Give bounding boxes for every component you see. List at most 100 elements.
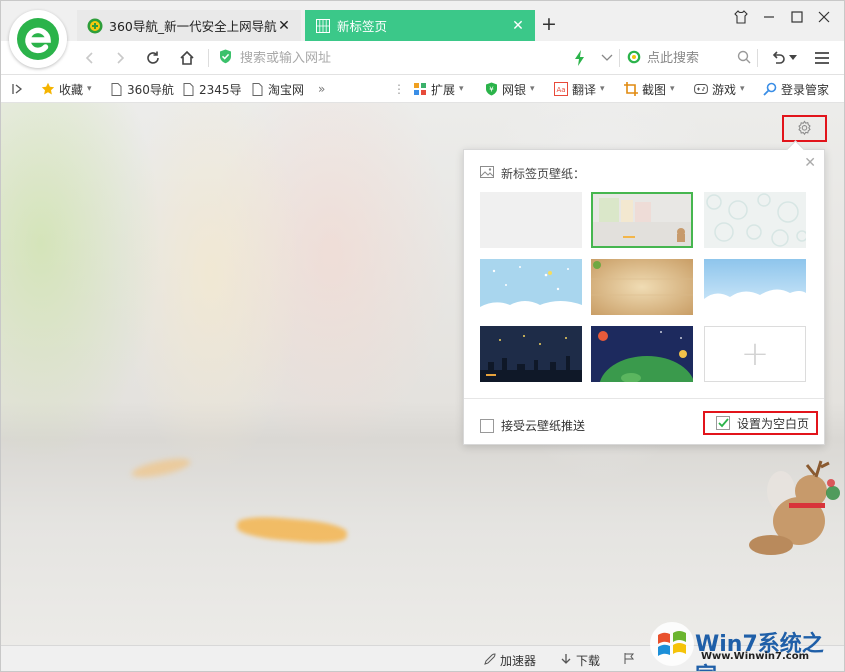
security-shield-icon	[219, 49, 232, 67]
chevron-down-icon: ▾	[600, 84, 605, 94]
divider	[208, 49, 209, 67]
translate-icon: Aa	[554, 82, 568, 96]
site-watermark: Win7系统之家 Www.Winwin7.com	[645, 615, 844, 671]
menu-icon[interactable]	[811, 47, 833, 69]
wallpaper-panel-title: 新标签页壁纸：	[501, 167, 586, 181]
close-tab-icon[interactable]: ✕	[511, 18, 525, 34]
bank-shield-icon: ¥	[484, 82, 498, 96]
favorites-menu[interactable]: 收藏 ▾	[41, 80, 92, 98]
star-icon	[41, 82, 55, 96]
wallpaper-thumb-night-city[interactable]	[480, 326, 582, 382]
download-icon	[560, 653, 572, 669]
bookmark-item[interactable]: 淘宝网	[250, 80, 304, 98]
rocket-icon	[483, 652, 496, 669]
divider	[464, 398, 824, 399]
tab-new-tab[interactable]: 新标签页 ✕	[305, 10, 535, 41]
login-manager-button[interactable]: 登录管家	[763, 80, 829, 98]
wallpaper-thumb-sky-stars[interactable]	[480, 259, 582, 315]
drag-handle-icon: ⋮	[393, 82, 405, 96]
extension-label: 截图	[642, 82, 667, 97]
bank-menu[interactable]: ¥ 网银 ▾	[484, 80, 535, 98]
chevron-down-icon[interactable]	[596, 47, 618, 69]
address-input[interactable]	[240, 50, 560, 66]
wallpaper-settings-button[interactable]	[782, 115, 827, 142]
search-box[interactable]	[627, 48, 755, 68]
close-tab-icon[interactable]: ✕	[277, 18, 291, 34]
bookmark-label: 淘宝网	[268, 82, 305, 97]
refresh-icon[interactable]	[142, 47, 164, 69]
download-label: 下载	[576, 654, 601, 668]
wallpaper-thumb-bubbles[interactable]	[704, 192, 806, 248]
cloud-push-label: 接受云壁纸推送	[501, 419, 586, 433]
search-input[interactable]	[647, 50, 727, 66]
watermark-text: Win7系统之家	[695, 632, 824, 671]
minimize-icon[interactable]	[759, 7, 779, 27]
login-manager-icon	[763, 82, 777, 96]
chevron-down-icon: ▾	[670, 84, 675, 94]
forward-icon[interactable]	[109, 47, 131, 69]
image-icon	[480, 166, 494, 181]
360-nav-icon	[87, 18, 103, 34]
toy-deer-image	[749, 460, 840, 555]
close-panel-icon[interactable]: ✕	[804, 155, 816, 171]
screenshot-icon	[624, 82, 638, 96]
flag-icon[interactable]	[623, 652, 635, 665]
chevron-down-icon: ▾	[87, 84, 92, 94]
chevron-down-icon: ▾	[740, 84, 745, 94]
skin-icon[interactable]	[731, 7, 751, 27]
set-blank-label: 设置为空白页	[737, 416, 810, 431]
new-tab-button[interactable]: +	[541, 14, 557, 34]
accelerate-lightning-icon[interactable]	[569, 47, 591, 69]
new-tab-page: 新标签页壁纸： ✕ + 接受云壁纸推送 设置为空白页	[1, 103, 844, 645]
windows-logo-icon	[650, 622, 694, 666]
undo-icon[interactable]	[767, 47, 789, 69]
360-browser-logo-icon	[17, 18, 59, 60]
set-blank-checkbox[interactable]	[716, 416, 730, 430]
bookmarks-bar: 收藏 ▾ 360导航 2345导 淘宝网 » ⋮ 扩展 ▾ ¥ 网银 ▾ Aa	[1, 75, 844, 103]
wallpaper-thumb-parchment[interactable]	[591, 259, 693, 315]
add-wallpaper-button[interactable]: +	[704, 326, 806, 382]
download-button[interactable]: 下载	[560, 652, 600, 669]
checkmark-icon	[717, 418, 729, 428]
wallpaper-thumb-planet[interactable]	[591, 326, 693, 382]
page-icon	[250, 82, 264, 96]
translate-menu[interactable]: Aa 翻译 ▾	[554, 80, 605, 98]
extension-menu[interactable]: 扩展 ▾	[413, 80, 464, 98]
divider	[757, 49, 758, 67]
page-icon	[181, 82, 195, 96]
more-bookmarks-button[interactable]: »	[318, 80, 325, 98]
browser-window: 360导航_新一代安全上网导航 ✕ 新标签页 ✕ + 搜索或输入网址 点此搜索 …	[0, 0, 845, 672]
page-icon	[109, 82, 123, 96]
watermark-url: Www.Winwin7.com	[701, 651, 810, 662]
maximize-icon[interactable]	[787, 7, 807, 27]
set-blank-page-option[interactable]: 设置为空白页	[703, 411, 818, 435]
title-bar: 360导航_新一代安全上网导航 ✕ 新标签页 ✕ +	[1, 1, 844, 68]
game-icon	[694, 82, 708, 96]
bookmark-item[interactable]: 2345导	[181, 80, 242, 98]
tab-360-nav[interactable]: 360导航_新一代安全上网导航 ✕	[77, 10, 301, 41]
floor-decoration	[130, 454, 192, 482]
cloud-push-checkbox[interactable]	[480, 418, 494, 433]
extension-label: 登录管家	[781, 82, 830, 97]
wallpaper-thumb-room-selected[interactable]	[591, 192, 693, 248]
back-icon[interactable]	[79, 47, 101, 69]
undo-dropdown-icon[interactable]	[787, 47, 799, 69]
bookmark-label: 360导航	[127, 82, 174, 97]
game-menu[interactable]: 游戏 ▾	[694, 80, 745, 98]
address-bar[interactable]	[219, 48, 579, 68]
sidebar-toggle-icon[interactable]	[11, 80, 23, 98]
grid-icon	[315, 18, 331, 34]
accelerator-button[interactable]: 加速器	[483, 652, 536, 669]
browser-logo[interactable]	[9, 10, 67, 68]
bookmark-item[interactable]: 360导航	[109, 80, 174, 98]
search-icon[interactable]	[737, 50, 751, 67]
bookmark-label: 2345导	[199, 82, 242, 97]
wallpaper-thumb-plain[interactable]	[480, 192, 582, 248]
cloud-wallpaper-option[interactable]: 接受云壁纸推送	[480, 417, 585, 434]
extension-label: 翻译	[572, 82, 597, 97]
home-icon[interactable]	[176, 47, 198, 69]
wallpaper-thumb-clouds[interactable]	[704, 259, 806, 315]
screenshot-menu[interactable]: 截图 ▾	[624, 80, 675, 98]
extension-label: 扩展	[431, 82, 456, 97]
close-window-icon[interactable]	[814, 7, 834, 27]
